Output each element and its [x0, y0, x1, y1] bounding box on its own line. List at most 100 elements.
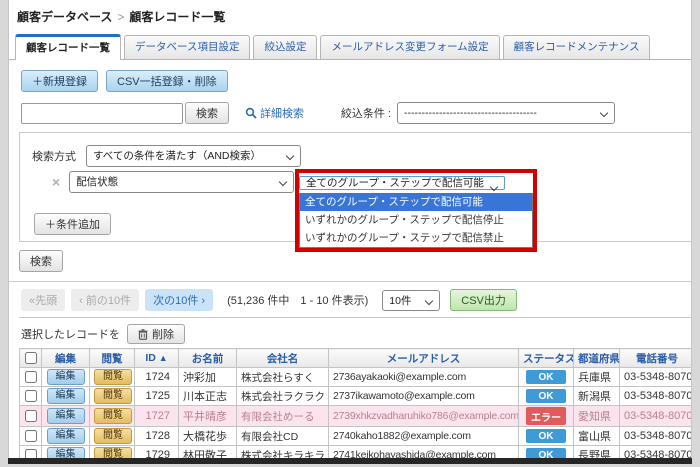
row-name: 大橋花歩 [178, 426, 237, 446]
tab-record-maintenance[interactable]: 顧客レコードメンテナンス [502, 35, 651, 59]
per-page-select[interactable]: 10件 [382, 289, 441, 311]
pagination-first-button[interactable]: «先頭 [21, 289, 66, 311]
search-submit-button[interactable]: 検索 [19, 250, 63, 272]
row-checkbox[interactable] [24, 410, 37, 423]
breadcrumb-separator: > [117, 10, 125, 24]
search-icon [245, 107, 257, 119]
view-button[interactable]: 閲覧 [94, 388, 132, 404]
row-view-cell: 閲覧 [89, 445, 135, 458]
status-badge: OK [526, 389, 566, 403]
row-prefecture: 長野県 [573, 445, 620, 458]
row-email: 2741keikohayashida@example.com [328, 445, 519, 458]
delete-button[interactable]: 削除 [127, 324, 185, 344]
edit-button[interactable]: 編集 [46, 388, 85, 404]
header-id-sortable[interactable]: ID ▲ [134, 348, 179, 368]
view-button[interactable]: 閲覧 [94, 369, 132, 385]
row-status-cell: エラー [518, 405, 574, 427]
edit-button[interactable]: 編集 [46, 408, 85, 424]
select-all-checkbox[interactable] [24, 352, 37, 365]
row-id: 1728 [134, 426, 179, 446]
row-checkbox-cell [19, 426, 42, 446]
table-header-row: 編集 閲覧 ID ▲ お名前 会社名 メールアドレス ステータス 都道府県 電話… [19, 348, 691, 368]
edit-button[interactable]: 編集 [46, 369, 85, 385]
add-condition-button[interactable]: ＋条件追加 [34, 213, 111, 235]
edit-button[interactable]: 編集 [46, 447, 85, 458]
row-company: 株式会社キラキラ [236, 445, 329, 458]
row-view-cell: 閲覧 [89, 426, 135, 446]
search-button[interactable]: 検索 [185, 102, 229, 124]
row-prefecture: 富山県 [573, 426, 620, 446]
row-status-cell: OK [518, 367, 574, 387]
dropdown-option-deliverable-all[interactable]: 全てのグループ・ステップで配信可能 [300, 193, 532, 211]
table-row: 編集 閲覧 1724 沖彩加 株式会社らすく 2736ayakaoki@exam… [19, 367, 691, 387]
status-badge: エラー [526, 407, 566, 425]
search-method-row: 検索方式 すべての条件を満たす（AND検索） [32, 145, 301, 167]
row-edit-cell: 編集 [41, 386, 90, 406]
remove-condition-icon[interactable]: × [52, 174, 60, 190]
tab-filter-settings[interactable]: 絞込設定 [253, 35, 318, 59]
pagination-summary: (51,236 件中 1 - 10 件表示) [227, 295, 369, 307]
condition-field-select[interactable]: 配信状態 [69, 171, 295, 193]
tab-database-field-settings[interactable]: データベース項目設定 [124, 35, 251, 59]
row-checkbox[interactable] [24, 390, 37, 403]
row-phone: 03-5348-8070 [619, 426, 691, 446]
row-checkbox[interactable] [24, 430, 37, 443]
csv-export-button[interactable]: CSV出力 [450, 289, 517, 311]
bulk-delete-row: 選択したレコードを 削除 [19, 322, 691, 344]
condition-value-select[interactable]: 全てのグループ・ステップで配信可能 [299, 176, 505, 192]
row-company: 有限会社めーる [236, 405, 329, 427]
search-method-select[interactable]: すべての条件を満たす（AND検索） [86, 145, 301, 167]
row-view-cell: 閲覧 [89, 367, 135, 387]
edit-button[interactable]: 編集 [46, 428, 85, 444]
row-name: 林田敬子 [178, 445, 237, 458]
table-row: 編集 閲覧 1725 川本正志 株式会社ラクラク 2737ikawamoto@e… [19, 386, 691, 406]
row-edit-cell: 編集 [41, 445, 90, 458]
row-checkbox[interactable] [24, 449, 37, 458]
status-badge: OK [526, 448, 566, 458]
row-checkbox-cell [19, 405, 42, 427]
advanced-search-label: 詳細検索 [260, 108, 304, 120]
chevron-down-icon [285, 151, 295, 161]
search-condition-panel: 検索方式 すべての条件を満たす（AND検索） × 配信状態 全てのグループ・ステ… [19, 132, 691, 252]
row-id: 1729 [134, 445, 179, 458]
tab-email-change-form-settings[interactable]: メールアドレス変更フォーム設定 [320, 35, 500, 59]
search-bar: 検索 詳細検索 絞込条件 : -------------------------… [21, 102, 691, 124]
view-button[interactable]: 閲覧 [94, 428, 132, 444]
header-name: お名前 [178, 348, 237, 368]
row-phone: 03-5348-8070 [619, 367, 691, 387]
search-submit-row: 検索 [19, 250, 691, 272]
header-status: ステータス [518, 348, 574, 368]
tab-record-list[interactable]: 顧客レコード一覧 [15, 34, 121, 60]
new-record-button[interactable]: ＋新規登録 [21, 70, 98, 92]
breadcrumb: 顧客データベース > 顧客レコード一覧 [9, 0, 691, 25]
records-section: 選択したレコードを 削除 編集 閲覧 ID ▲ お名前 会社名 メールアドレス … [19, 317, 691, 458]
filter-condition-label: 絞込条件 : [340, 108, 391, 120]
advanced-search-link[interactable]: 詳細検索 [245, 105, 304, 121]
row-status-cell: OK [518, 426, 574, 446]
header-email: メールアドレス [328, 348, 519, 368]
row-checkbox[interactable] [24, 371, 37, 384]
row-phone: 03-5348-8070 [619, 386, 691, 406]
header-prefecture: 都道府県 [573, 348, 620, 368]
header-phone: 電話番号 [619, 348, 691, 368]
row-email: 2739xhkzvadharuhiko786@example.com [328, 405, 519, 427]
csv-bulk-button[interactable]: CSV一括登録・削除 [106, 70, 228, 92]
dropdown-option-stopped-any[interactable]: いずれかのグループ・ステップで配信停止 [300, 211, 532, 229]
pagination-next-button[interactable]: 次の10件 › [145, 289, 214, 311]
row-company: 有限会社CD [236, 426, 329, 446]
pagination-prev-button[interactable]: ‹ 前の10件 [71, 289, 140, 311]
dropdown-option-prohibited-any[interactable]: いずれかのグループ・ステップで配信禁止 [300, 229, 532, 247]
record-table: 編集 閲覧 ID ▲ お名前 会社名 メールアドレス ステータス 都道府県 電話… [19, 348, 691, 458]
row-company: 株式会社ラクラク [236, 386, 329, 406]
toolbar: ＋新規登録 CSV一括登録・削除 [21, 70, 691, 92]
view-button[interactable]: 閲覧 [94, 447, 132, 458]
row-prefecture: 愛知県 [573, 405, 620, 427]
row-email: 2740kaho1882@example.com [328, 426, 519, 446]
row-email: 2736ayakaoki@example.com [328, 367, 519, 387]
filter-condition-select[interactable]: -------------------------------------- [397, 102, 615, 124]
view-button[interactable]: 閲覧 [94, 408, 132, 424]
row-name: 平井晴彦 [178, 405, 237, 427]
row-email: 2737ikawamoto@example.com [328, 386, 519, 406]
search-input[interactable] [21, 102, 183, 124]
window-bottom-edge [8, 458, 692, 464]
